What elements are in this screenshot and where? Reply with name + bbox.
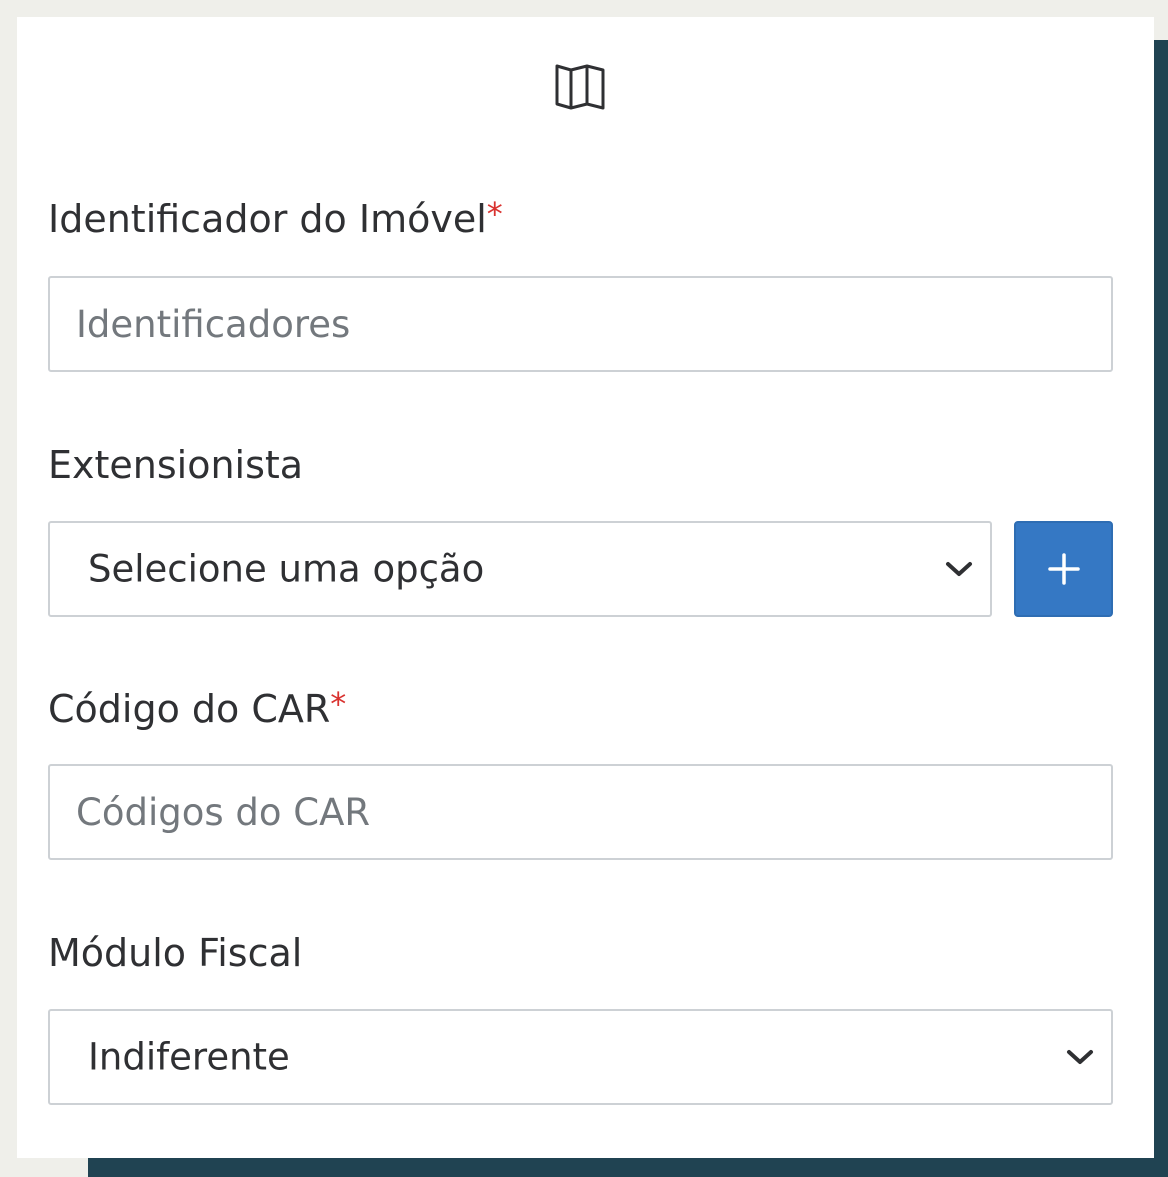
extensionista-selected-value: Selecione uma opção	[88, 547, 485, 591]
modulo-fiscal-label: Módulo Fiscal	[48, 931, 303, 975]
codigo-car-label-text: Código do CAR	[48, 687, 331, 731]
modulo-fiscal-select[interactable]: Indiferente	[48, 1009, 1113, 1105]
required-mark: *	[486, 195, 503, 233]
chevron-down-icon	[1065, 1047, 1095, 1067]
extensionista-select[interactable]: Selecione uma opção	[48, 521, 992, 617]
identificador-input[interactable]	[48, 276, 1113, 372]
codigo-car-input[interactable]	[48, 764, 1113, 860]
modulo-fiscal-selected-value: Indiferente	[88, 1035, 290, 1079]
identificador-label-text: Identificador do Imóvel	[48, 197, 487, 241]
codigo-car-label: Código do CAR*	[48, 687, 346, 731]
add-extensionista-button[interactable]	[1014, 521, 1113, 617]
required-mark: *	[330, 685, 347, 723]
plus-icon	[1047, 552, 1081, 586]
chevron-down-icon	[944, 559, 974, 579]
map-icon	[553, 60, 607, 114]
extensionista-label: Extensionista	[48, 443, 304, 487]
identificador-label: Identificador do Imóvel*	[48, 197, 503, 241]
filter-panel: Identificador do Imóvel* Extensionista S…	[17, 17, 1154, 1158]
